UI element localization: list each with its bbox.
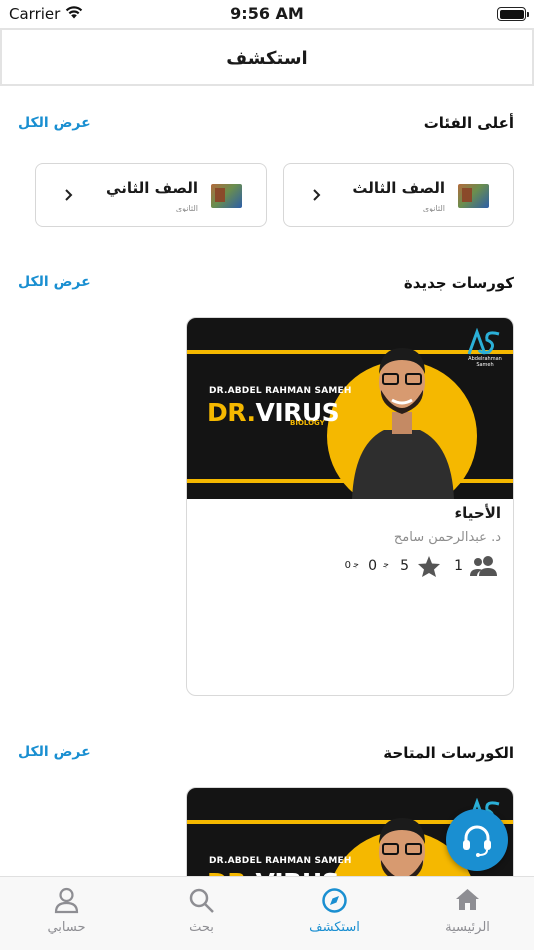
home-icon: [456, 889, 479, 910]
category-thumbnail: [458, 184, 489, 208]
students-count: 1: [454, 558, 463, 574]
page-title: استكشف: [226, 48, 308, 69]
course-card[interactable]: DR.ABDEL RAHMAN SAMEH DR.VIRUS BIOLOGY A…: [186, 317, 514, 696]
top-categories-see-all-link[interactable]: عرض الكل: [18, 115, 91, 131]
category-thumbnail: [211, 184, 242, 208]
new-courses-title: كورسات جديدة: [403, 274, 514, 292]
battery-icon: [497, 7, 529, 21]
chevron-right-icon: [313, 189, 321, 201]
course-teacher: د. عبدالرحمن سامح: [393, 530, 501, 545]
person-icon: [54, 887, 79, 914]
price-value: 0: [344, 560, 351, 571]
instructor-photo: [379, 818, 425, 886]
instructor-photo: [352, 348, 454, 499]
star-icon: [418, 556, 440, 577]
course-title: الأحياء: [454, 504, 501, 522]
tab-account[interactable]: حسابي: [0, 877, 133, 950]
rating-value: 5: [400, 558, 409, 574]
course-stats: 1 5 ﺟ 0 ﺟ 0: [199, 554, 499, 580]
students-icon: [470, 556, 497, 576]
navigation-bar: استكشف: [0, 28, 534, 86]
tab-account-label: حسابي: [47, 920, 86, 935]
currency-mark: ﺟ: [353, 560, 359, 570]
category-name: الصف الثالث: [352, 179, 445, 197]
tab-explore[interactable]: استكشف: [268, 877, 401, 950]
chevron-right-icon: [65, 189, 73, 201]
tab-home[interactable]: الرئيسية: [401, 877, 534, 950]
rating-extra-value: 0: [368, 558, 377, 574]
tab-search[interactable]: بحث: [135, 877, 268, 950]
category-subtitle: الثانوي: [422, 204, 445, 212]
category-subtitle: الثانوي: [175, 204, 198, 212]
rating-unit-mark: ﺟ: [383, 560, 389, 570]
banner-tag: BIOLOGY: [290, 419, 325, 427]
support-chat-button[interactable]: [446, 809, 508, 871]
compass-icon: [322, 888, 347, 913]
available-courses-title: الكورسات المتاحة: [383, 744, 514, 762]
tab-bar: الرئيسية استكشف بحث حسابي: [0, 876, 534, 950]
tab-search-label: بحث: [189, 920, 214, 935]
banner-subtitle: DR.ABDEL RAHMAN SAMEH: [209, 856, 352, 866]
brand-logo-text: Abdelrahman Sameh: [468, 356, 502, 368]
top-categories-title: أعلى الفئات: [423, 114, 514, 132]
category-card-grade-3[interactable]: الصف الثالث الثانوي: [283, 163, 514, 227]
available-courses-see-all-link[interactable]: عرض الكل: [18, 744, 91, 760]
search-icon: [189, 888, 214, 913]
brand-logo: [467, 328, 500, 355]
new-courses-see-all-link[interactable]: عرض الكل: [18, 274, 91, 290]
clock: 9:56 AM: [230, 4, 304, 23]
category-name: الصف الثاني: [106, 179, 198, 197]
tab-home-label: الرئيسية: [445, 920, 490, 935]
category-card-grade-2[interactable]: الصف الثاني الثانوي: [35, 163, 267, 227]
tab-explore-label: استكشف: [309, 920, 360, 935]
banner-subtitle: DR.ABDEL RAHMAN SAMEH: [209, 386, 352, 396]
headset-icon: [463, 825, 491, 857]
status-bar: Carrier 9:56 AM: [0, 0, 534, 28]
course-banner: DR.ABDEL RAHMAN SAMEH DR.VIRUS BIOLOGY A…: [187, 318, 513, 499]
